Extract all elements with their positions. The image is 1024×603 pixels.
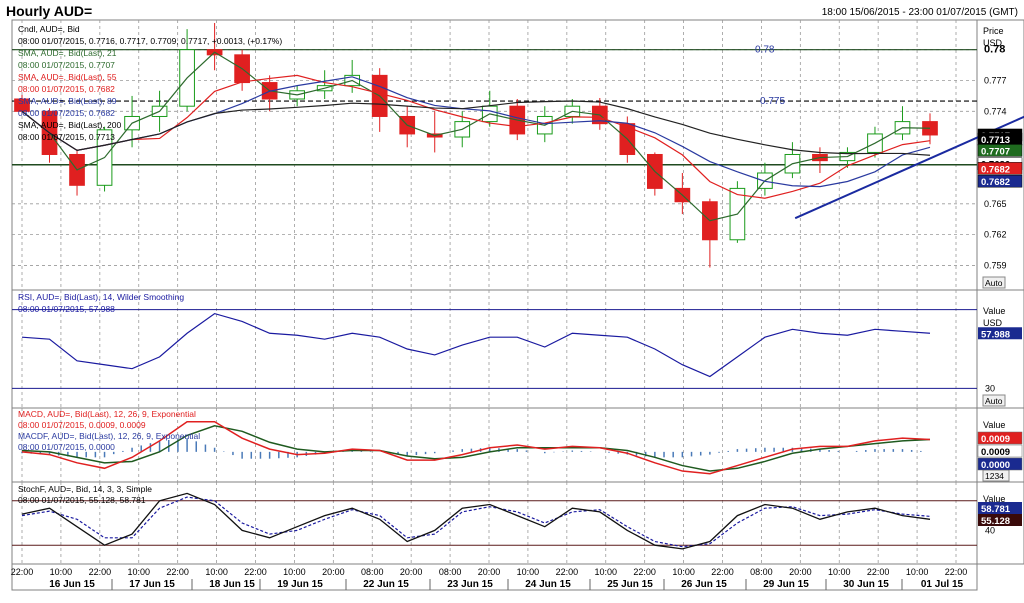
macd-value-label: 0.0009 xyxy=(981,447,1010,458)
time-tick-label: 20:00 xyxy=(322,567,345,577)
price-legend-entry: 08:00 01/07/2015, 0.7682 xyxy=(18,84,115,94)
price-legend-entry: 08:00 01/07/2015, 0.7716, 0.7717, 0.7709… xyxy=(18,36,282,46)
time-tick-label: 10:00 xyxy=(828,567,851,577)
time-tick-label: 22:00 xyxy=(633,567,656,577)
time-tick-label: 20:00 xyxy=(789,567,812,577)
date-label: 24 Jun 15 xyxy=(525,579,571,590)
price-value-label: 0.7682 xyxy=(981,177,1010,188)
price-legend-entry: SMA, AUD=, Bid(Last), 200 xyxy=(18,120,121,130)
price-panel-frame xyxy=(11,19,978,291)
rsi-axis-unit: USD xyxy=(983,318,1003,328)
price-tick-label: 0.759 xyxy=(984,260,1007,270)
macd-legend-entry: 08:00 01/07/2015, 0.0009, 0.0009 xyxy=(18,420,146,430)
date-label: 16 Jun 15 xyxy=(49,579,95,590)
price-tick-label: 0.777 xyxy=(984,76,1007,86)
time-tick-label: 22:00 xyxy=(89,567,112,577)
time-tick-label: 22:00 xyxy=(166,567,189,577)
time-tick-label: 20:00 xyxy=(400,567,423,577)
chart-svg[interactable]: 22:00 10:00 22:00 10:00 22:00 10:00 22:00 10:00… xyxy=(0,0,1024,603)
date-label: 29 Jun 15 xyxy=(763,579,809,590)
time-tick-label: 08:00 xyxy=(361,567,384,577)
time-tick-label: 10:00 xyxy=(283,567,306,577)
stoch-legend-entry: StochF, AUD=, Bid, 14, 3, 3, Simple xyxy=(18,484,152,494)
price-legend-entry: SMA, AUD=, Bid(Last), 89 xyxy=(18,96,117,106)
price-value-label: 0.7682 xyxy=(981,164,1010,175)
date-label: 30 Jun 15 xyxy=(843,579,889,590)
macd-scale-label: 1234 xyxy=(985,471,1004,481)
time-tick-label: 10:00 xyxy=(50,567,73,577)
price-axis-header: Price xyxy=(983,26,1004,36)
time-tick-label: 22:00 xyxy=(11,567,34,577)
rsi-auto-label: Auto xyxy=(985,396,1003,406)
time-tick-label: 22:00 xyxy=(556,567,579,577)
date-label: 18 Jun 15 xyxy=(209,579,255,590)
price-legend-entry: 08:00 01/07/2015, 0.7713 xyxy=(18,132,115,142)
level-label: 0.775 xyxy=(760,96,785,107)
date-label: 22 Jun 15 xyxy=(363,579,409,590)
price-legend-entry: 08:00 01/07/2015, 0.7682 xyxy=(18,108,115,118)
price-tick-label: 0.762 xyxy=(984,230,1007,240)
time-tick-label: 22:00 xyxy=(711,567,734,577)
stoch-value-label: 55.128 xyxy=(981,516,1010,527)
price-legend-entry: Cndl, AUD=, Bid xyxy=(18,24,80,34)
time-tick-label: 08:00 xyxy=(750,567,773,577)
rsi-legend-entry: 08:00 01/07/2015, 57.988 xyxy=(18,304,115,314)
date-label: 23 Jun 15 xyxy=(447,579,493,590)
level-label: 0.78 xyxy=(755,45,775,56)
price-legend-entry: SMA, AUD=, Bid(Last), 55 xyxy=(18,72,117,82)
price-axis-unit: USD xyxy=(983,38,1003,48)
time-tick-label: 20:00 xyxy=(478,567,501,577)
time-tick-label: 10:00 xyxy=(517,567,540,577)
stoch-panel-frame xyxy=(11,481,978,565)
price-tick-label: 0.774 xyxy=(984,106,1007,116)
price-legend-entry: 08:00 01/07/2015, 0.7707 xyxy=(18,60,115,70)
date-label: 25 Jun 15 xyxy=(607,579,653,590)
macd-legend-entry: MACDF, AUD=, Bid(Last), 12, 26, 9, Expon… xyxy=(18,431,200,441)
rsi-panel-frame xyxy=(11,289,978,409)
macd-legend-entry: MACD, AUD=, Bid(Last), 12, 26, 9, Expone… xyxy=(18,409,196,419)
stoch-legend-entry: 08:00 01/07/2015, 55.128, 58.781 xyxy=(18,495,146,505)
price-value-label: 0.7707 xyxy=(981,146,1010,157)
time-tick-label: 10:00 xyxy=(127,567,150,577)
macd-value-label: 0.0009 xyxy=(981,434,1010,445)
time-tick-label: 08:00 xyxy=(439,567,462,577)
macd-axis-header: Value xyxy=(983,420,1005,430)
auto-scale-label: Auto xyxy=(985,278,1003,288)
rsi-value-label: 57.988 xyxy=(981,329,1010,340)
date-label: 19 Jun 15 xyxy=(277,579,323,590)
rsi-axis-header: Value xyxy=(983,306,1005,316)
time-tick-label: 22:00 xyxy=(945,567,968,577)
macd-panel-frame xyxy=(11,407,978,483)
rsi-legend-entry: RSI, AUD=, Bid(Last), 14, Wilder Smoothi… xyxy=(18,292,184,302)
time-tick-label: 10:00 xyxy=(205,567,228,577)
time-tick-label: 10:00 xyxy=(672,567,695,577)
macd-legend-entry: 08:00 01/07/2015, 0.0000 xyxy=(18,442,115,452)
date-label: 26 Jun 15 xyxy=(681,579,727,590)
price-tick-label: 0.765 xyxy=(984,199,1007,209)
date-label: 01 Jul 15 xyxy=(921,579,964,590)
rsi-tick-label: 30 xyxy=(985,383,995,393)
time-tick-label: 10:00 xyxy=(906,567,929,577)
macd-value-label: 0.0000 xyxy=(981,460,1010,471)
time-tick-label: 22:00 xyxy=(244,567,267,577)
stoch-value-label: 58.781 xyxy=(981,504,1011,515)
date-label: 17 Jun 15 xyxy=(129,579,175,590)
price-legend-entry: SMA, AUD=, Bid(Last), 21 xyxy=(18,48,117,58)
time-tick-label: 22:00 xyxy=(867,567,890,577)
time-tick-label: 10:00 xyxy=(594,567,617,577)
